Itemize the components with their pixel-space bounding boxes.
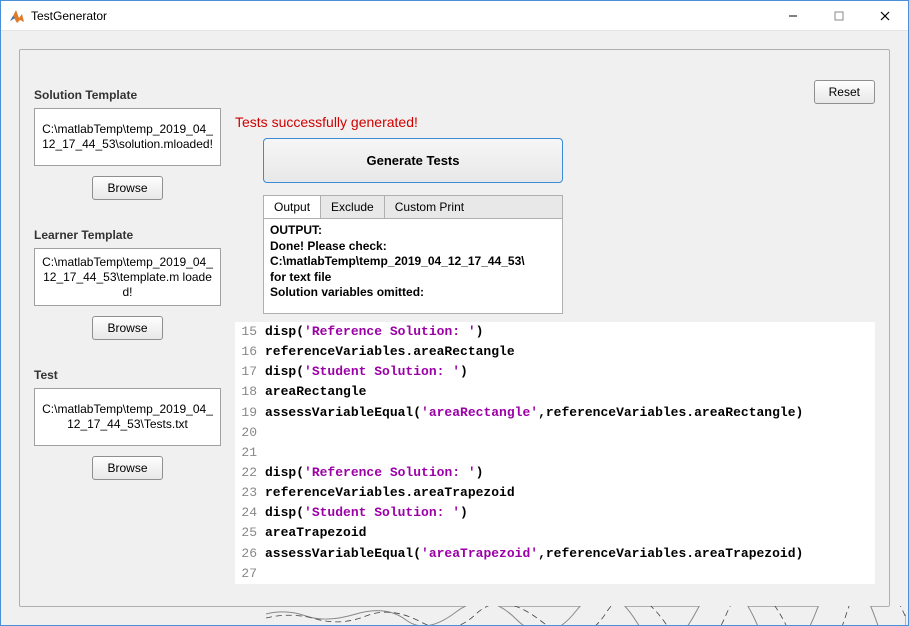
code-lineno: 27	[235, 564, 265, 584]
test-text: C:\matlabTemp\temp_2019_04_12_17_44_53\T…	[34, 388, 221, 446]
code-row: 26assessVariableEqual('areaTrapezoid',re…	[235, 544, 875, 564]
output-header: OUTPUT:	[270, 223, 556, 239]
tab-output[interactable]: Output	[264, 196, 321, 218]
solution-template-text: C:\matlabTemp\temp_2019_04_12_17_44_53\s…	[34, 108, 221, 166]
code-lineno: 16	[235, 342, 265, 362]
right-column: Reset Tests successfully generated! Gene…	[235, 80, 875, 592]
code-text: assessVariableEqual('areaTrapezoid',refe…	[265, 544, 803, 564]
code-text: disp('Student Solution: ')	[265, 503, 468, 523]
window-title: TestGenerator	[31, 9, 770, 23]
code-lineno: 23	[235, 483, 265, 503]
code-row: 21	[235, 443, 875, 463]
test-label: Test	[34, 368, 221, 382]
code-row: 15disp('Reference Solution: ')	[235, 322, 875, 342]
code-text: assessVariableEqual('areaRectangle',refe…	[265, 403, 803, 423]
minimize-button[interactable]	[770, 1, 816, 31]
tabs: Output Exclude Custom Print	[263, 195, 563, 218]
test-group: Test C:\matlabTemp\temp_2019_04_12_17_44…	[34, 368, 221, 480]
code-lineno: 19	[235, 403, 265, 423]
main-panel: Solution Template C:\matlabTemp\temp_201…	[19, 49, 890, 607]
code-row: 17disp('Student Solution: ')	[235, 362, 875, 382]
code-area: 15disp('Reference Solution: ')16referenc…	[235, 322, 875, 584]
code-row: 19assessVariableEqual('areaRectangle',re…	[235, 403, 875, 423]
tab-custom-print[interactable]: Custom Print	[385, 196, 474, 218]
code-text: areaTrapezoid	[265, 523, 366, 543]
code-row: 23referenceVariables.areaTrapezoid	[235, 483, 875, 503]
code-row: 22disp('Reference Solution: ')	[235, 463, 875, 483]
code-row: 25areaTrapezoid	[235, 523, 875, 543]
code-text: areaRectangle	[265, 382, 366, 402]
code-row: 24disp('Student Solution: ')	[235, 503, 875, 523]
learner-template-text: C:\matlabTemp\temp_2019_04_12_17_44_53\t…	[34, 248, 221, 306]
code-lineno: 17	[235, 362, 265, 382]
solution-template-group: Solution Template C:\matlabTemp\temp_201…	[34, 88, 221, 200]
learner-template-label: Learner Template	[34, 228, 221, 242]
output-line1: Done! Please check:	[270, 239, 556, 255]
code-lineno: 24	[235, 503, 265, 523]
code-text: referenceVariables.areaRectangle	[265, 342, 515, 362]
matlab-icon	[9, 8, 25, 24]
code-row: 18areaRectangle	[235, 382, 875, 402]
test-browse-button[interactable]: Browse	[92, 456, 162, 480]
code-lineno: 25	[235, 523, 265, 543]
code-text: disp('Reference Solution: ')	[265, 463, 483, 483]
tab-exclude[interactable]: Exclude	[321, 196, 385, 218]
torn-edge-decoration	[266, 606, 906, 625]
maximize-button[interactable]	[816, 1, 862, 31]
learner-browse-button[interactable]: Browse	[92, 316, 162, 340]
titlebar: TestGenerator	[1, 1, 908, 31]
output-line4: Solution variables omitted:	[270, 285, 556, 301]
code-lineno: 21	[235, 443, 265, 463]
code-row: 20	[235, 423, 875, 443]
output-line3: for text file	[270, 270, 556, 286]
code-row: 27	[235, 564, 875, 584]
solution-browse-button[interactable]: Browse	[92, 176, 162, 200]
client-area: Solution Template C:\matlabTemp\temp_201…	[1, 31, 908, 625]
solution-template-label: Solution Template	[34, 88, 221, 102]
status-message: Tests successfully generated!	[235, 114, 875, 130]
close-button[interactable]	[862, 1, 908, 31]
code-text: disp('Student Solution: ')	[265, 362, 468, 382]
code-text: disp('Reference Solution: ')	[265, 322, 483, 342]
code-row: 16referenceVariables.areaRectangle	[235, 342, 875, 362]
output-line2: C:\matlabTemp\temp_2019_04_12_17_44_53\	[270, 254, 556, 270]
code-lineno: 26	[235, 544, 265, 564]
generate-tests-button[interactable]: Generate Tests	[263, 138, 563, 183]
left-column: Solution Template C:\matlabTemp\temp_201…	[34, 80, 221, 592]
code-lineno: 18	[235, 382, 265, 402]
code-lineno: 22	[235, 463, 265, 483]
code-text: referenceVariables.areaTrapezoid	[265, 483, 515, 503]
output-box: OUTPUT: Done! Please check: C:\matlabTem…	[263, 218, 563, 314]
reset-button[interactable]: Reset	[814, 80, 875, 104]
code-lineno: 15	[235, 322, 265, 342]
window: TestGenerator Solution Template C:\matla…	[0, 0, 909, 626]
learner-template-group: Learner Template C:\matlabTemp\temp_2019…	[34, 228, 221, 340]
code-lineno: 20	[235, 423, 265, 443]
